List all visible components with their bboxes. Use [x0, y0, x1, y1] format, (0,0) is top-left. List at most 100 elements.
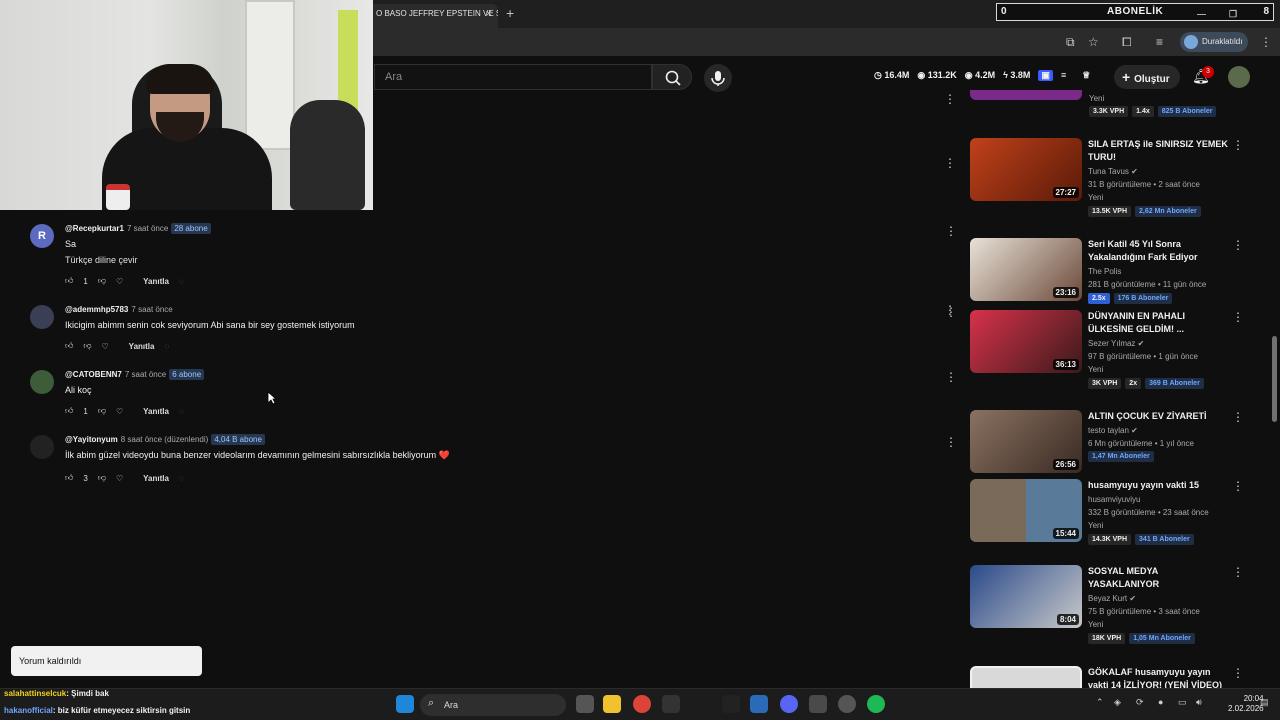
video-thumbnail[interactable]: [970, 666, 1082, 688]
video-thumbnail[interactable]: 23:16: [970, 238, 1082, 301]
like-icon[interactable]: 👍︎: [65, 406, 73, 416]
monitor-icon[interactable]: ▭: [1178, 697, 1187, 708]
video-thumbnail[interactable]: 26:56: [970, 410, 1082, 473]
obs-icon[interactable]: [838, 695, 856, 713]
account-avatar[interactable]: [1228, 66, 1250, 88]
file-explorer-icon[interactable]: [603, 695, 621, 713]
trophy-icon[interactable]: ♕: [1082, 70, 1090, 81]
channel-name[interactable]: Beyaz Kurt ✔: [1088, 594, 1136, 603]
recommended-video[interactable]: GÖKALAF husamyuyu yayın vakti 14 İZLİYOR…: [970, 666, 1250, 688]
comment-time[interactable]: 7 saat önce: [125, 370, 166, 379]
video-more-icon[interactable]: ⋮: [1232, 565, 1244, 579]
discord-icon[interactable]: [780, 695, 798, 713]
dislike-icon[interactable]: 👎︎: [98, 406, 106, 416]
cursor-app-icon[interactable]: [722, 695, 740, 713]
notification-center-icon[interactable]: ▤: [1260, 697, 1269, 708]
reply-button[interactable]: Yanıtla: [129, 342, 155, 351]
recommended-video[interactable]: 27:27 SILA ERTAŞ ile SINIRSIZ YEMEK TURU…: [970, 138, 1250, 228]
chrome-profile-icon[interactable]: [809, 695, 827, 713]
tray-sync-icon[interactable]: ⟳: [1136, 697, 1144, 708]
list-icon[interactable]: ≡: [1061, 70, 1066, 81]
video-title[interactable]: SILA ERTAŞ ile SINIRSIZ YEMEK TURU!: [1088, 138, 1228, 164]
video-thumbnail[interactable]: [970, 90, 1082, 100]
heart-icon[interactable]: ♡: [116, 277, 123, 286]
scrollbar-thumb[interactable]: [1272, 336, 1277, 422]
video-thumbnail[interactable]: 15:44: [970, 479, 1082, 542]
channel-name[interactable]: Tuna Tavus ✔: [1088, 167, 1138, 176]
dislike-icon[interactable]: 👎︎: [83, 341, 91, 351]
reply-button[interactable]: Yanıtla: [143, 407, 169, 416]
avatar[interactable]: [30, 435, 54, 459]
video-more-icon[interactable]: ⋮: [1232, 410, 1244, 424]
row-more-icon[interactable]: ⋮: [944, 156, 956, 170]
like-icon[interactable]: 👍︎: [65, 276, 73, 286]
video-title[interactable]: ALTIN ÇOCUK EV ZİYARETİ: [1088, 410, 1228, 423]
restore-icon[interactable]: ❐: [1229, 9, 1237, 20]
comment-author[interactable]: @Recepkurtar1: [65, 224, 124, 233]
voice-search-button[interactable]: [704, 64, 732, 92]
reading-list-icon[interactable]: ≡: [1156, 35, 1163, 49]
cast-icon[interactable]: ⧉: [1066, 35, 1075, 50]
minimize-icon[interactable]: —: [1197, 9, 1206, 19]
browser-tab[interactable]: O BASO JEFFREY EPSTEIN VE S ×: [370, 4, 498, 28]
comment-author[interactable]: @CATOBENN7: [65, 370, 122, 379]
recommended-video[interactable]: 36:13 DÜNYANIN EN PAHALI ÜLKESİNE GELDİM…: [970, 310, 1250, 400]
row-more-icon[interactable]: ⋮: [944, 92, 956, 106]
video-more-icon[interactable]: ⋮: [1232, 666, 1244, 680]
video-more-icon[interactable]: ⋮: [1232, 310, 1244, 324]
channel-name[interactable]: husamviyuviyu: [1088, 495, 1140, 504]
comment-time[interactable]: 7 saat önce: [131, 305, 172, 314]
like-icon[interactable]: 👍︎: [65, 473, 73, 483]
network-app-icon[interactable]: [750, 695, 768, 713]
tab-close-icon[interactable]: ×: [486, 4, 492, 24]
new-tab-icon[interactable]: +: [506, 5, 514, 21]
extension-icon[interactable]: ▣: [1038, 70, 1053, 81]
like-icon[interactable]: 👍︎: [65, 341, 73, 351]
recommended-video[interactable]: 15:44 husamyuyu yayın vakti 15 husamviyu…: [970, 479, 1250, 569]
comment-time[interactable]: 7 saat önce: [127, 224, 168, 233]
dislike-icon[interactable]: 👎︎: [98, 473, 106, 483]
row-more-icon[interactable]: ⋮: [944, 303, 956, 317]
heart-icon[interactable]: ♡: [102, 342, 109, 351]
avatar[interactable]: R: [30, 224, 54, 248]
comment-author[interactable]: @Yayitonyum: [65, 435, 118, 444]
video-more-icon[interactable]: ⋮: [1232, 479, 1244, 493]
channel-name[interactable]: testo taylan ✔: [1088, 426, 1138, 435]
recommended-video[interactable]: 8:04 SOSYAL MEDYA YASAKLANIYOR Beyaz Kur…: [970, 565, 1250, 655]
microphone-icon[interactable]: ●: [1158, 697, 1163, 707]
task-view-icon[interactable]: [576, 695, 594, 713]
chrome-icon[interactable]: [633, 695, 651, 713]
video-title[interactable]: GÖKALAF husamyuyu yayın vakti 14 İZLİYOR…: [1088, 666, 1228, 688]
channel-name[interactable]: The Polis: [1088, 267, 1121, 276]
channel-name[interactable]: Sezer Yılmaz ✔: [1088, 339, 1144, 348]
video-title[interactable]: husamyuyu yayın vakti 15: [1088, 479, 1228, 492]
video-thumbnail[interactable]: 27:27: [970, 138, 1082, 201]
avatar[interactable]: [30, 305, 54, 329]
heart-icon[interactable]: ♡: [116, 407, 123, 416]
video-thumbnail[interactable]: 36:13: [970, 310, 1082, 373]
extensions-icon[interactable]: ⧠: [1122, 35, 1132, 50]
comment-more-icon[interactable]: ⋮: [945, 435, 957, 449]
bookmark-star-icon[interactable]: ☆: [1088, 35, 1099, 49]
search-button[interactable]: [652, 64, 692, 90]
volume-icon[interactable]: 🔊︎: [1196, 697, 1202, 708]
reply-button[interactable]: Yanıtla: [143, 277, 169, 286]
video-title[interactable]: DÜNYANIN EN PAHALI ÜLKESİNE GELDİM! ...: [1088, 310, 1228, 336]
windows-start-icon[interactable]: [396, 695, 414, 713]
video-thumbnail[interactable]: 8:04: [970, 565, 1082, 628]
video-title[interactable]: SOSYAL MEDYA YASAKLANIYOR: [1088, 565, 1228, 591]
taskbar-search[interactable]: Ara: [420, 694, 566, 716]
create-button[interactable]: + Oluştur: [1114, 65, 1180, 89]
video-title[interactable]: Seri Katil 45 Yıl Sonra Yakalandığını Fa…: [1088, 238, 1228, 264]
system-clock[interactable]: 20:04 2.02.2026: [1228, 694, 1264, 714]
comment-time[interactable]: 8 saat önce (düzenlendi): [121, 435, 209, 444]
tray-app-icon[interactable]: ◈: [1114, 697, 1121, 708]
heart-icon[interactable]: ♡: [116, 474, 123, 483]
translate-link[interactable]: Türkçe diline çevir: [65, 255, 138, 265]
browser-menu-icon[interactable]: ⋮: [1260, 35, 1272, 49]
avatar[interactable]: [30, 370, 54, 394]
search-input[interactable]: Ara: [374, 64, 652, 90]
comment-more-icon[interactable]: ⋮: [945, 224, 957, 238]
comment-more-icon[interactable]: ⋮: [945, 370, 957, 384]
dislike-icon[interactable]: 👎︎: [98, 276, 106, 286]
